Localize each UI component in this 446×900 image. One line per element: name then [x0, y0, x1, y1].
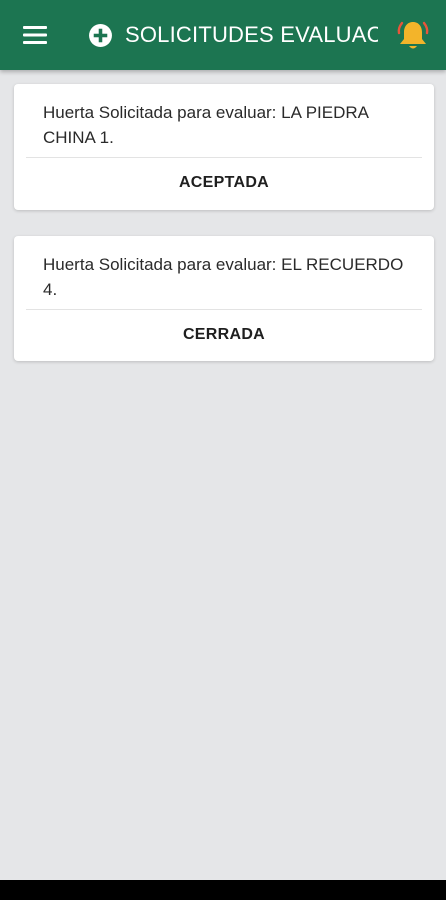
request-status-button[interactable]: ACEPTADA — [14, 158, 434, 208]
system-navigation-bar — [0, 880, 446, 900]
app-bar: SOLICITUDES EVALUACION — [0, 0, 446, 70]
menu-button[interactable] — [18, 20, 52, 50]
request-card: Huerta Solicitada para evaluar: LA PIEDR… — [14, 84, 434, 210]
page-title: SOLICITUDES EVALUACION — [125, 22, 378, 47]
request-status-button[interactable]: CERRADA — [14, 310, 434, 360]
request-description: Huerta Solicitada para evaluar: LA PIEDR… — [43, 103, 369, 147]
hamburger-menu-icon — [23, 26, 47, 44]
notifications-button[interactable] — [395, 18, 431, 54]
screen: SOLICITUDES EVALUACION Huerta Solicitada… — [0, 0, 446, 900]
request-description: Huerta Solicitada para evaluar: EL RECUE… — [43, 255, 404, 299]
add-circle-icon — [89, 23, 112, 47]
app-bar-title: SOLICITUDES EVALUACION — [88, 0, 378, 70]
notification-bell-icon — [397, 21, 429, 49]
request-list: Huerta Solicitada para evaluar: LA PIEDR… — [0, 70, 446, 880]
request-card: Huerta Solicitada para evaluar: EL RECUE… — [14, 236, 434, 361]
